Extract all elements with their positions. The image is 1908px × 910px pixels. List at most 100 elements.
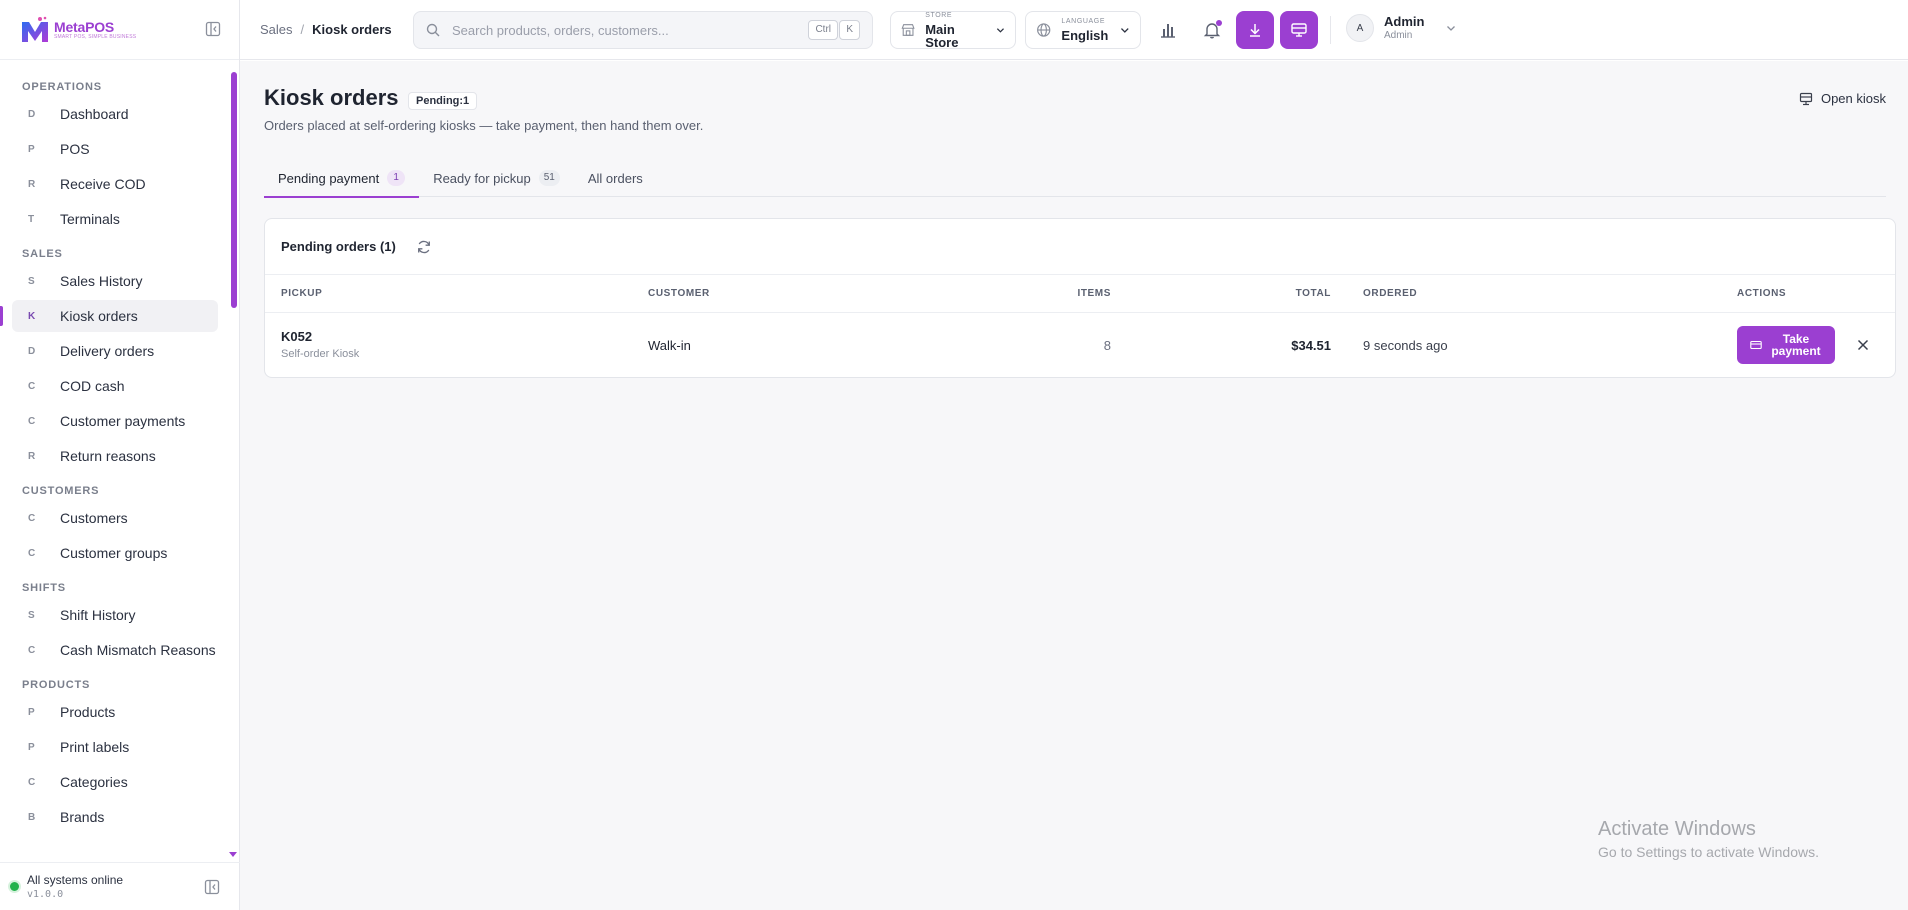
sidebar-section-products: PRODUCTS P Products P Print labels C Categorie… bbox=[0, 678, 240, 833]
breadcrumb-current: Kiosk orders bbox=[312, 22, 392, 37]
pickup-code: K052 bbox=[281, 329, 313, 344]
sidebar-section-title: SALES bbox=[22, 248, 63, 260]
sidebar: MetaPOS SMART POS, SIMPLE BUSINESS OPERA… bbox=[0, 0, 240, 910]
tab-ready-for-pickup[interactable]: Ready for pickup 51 bbox=[419, 159, 574, 197]
global-search[interactable]: Ctrl K bbox=[413, 11, 873, 49]
main-content: Kiosk orders Pending:1 Orders placed at … bbox=[240, 61, 1908, 910]
sidebar-item-customer-payments[interactable]: C Customer payments bbox=[12, 405, 218, 437]
sidebar-item-brands[interactable]: B Brands bbox=[12, 801, 218, 833]
sidebar-item-customers[interactable]: C Customers bbox=[12, 502, 218, 534]
sidebar-item-letter: S bbox=[28, 275, 35, 287]
sidebar-item-terminals[interactable]: T Terminals bbox=[12, 203, 218, 235]
download-icon bbox=[1250, 24, 1260, 37]
sidebar-item-customer-groups[interactable]: C Customer groups bbox=[12, 537, 218, 569]
sidebar-item-label: Products bbox=[60, 704, 116, 720]
user-menu[interactable]: A Admin Admin bbox=[1346, 14, 1456, 42]
reports-button[interactable] bbox=[1152, 14, 1184, 46]
download-button[interactable] bbox=[1236, 11, 1274, 49]
sidebar-item-label: Terminals bbox=[60, 211, 120, 227]
brand-tagline: SMART POS, SIMPLE BUSINESS bbox=[54, 33, 137, 40]
sidebar-item-kiosk-orders[interactable]: K Kiosk orders bbox=[0, 300, 218, 332]
watermark-subtitle: Go to Settings to activate Windows. bbox=[1598, 844, 1819, 860]
shortcut-ctrl-key: Ctrl bbox=[808, 20, 838, 40]
cancel-order-icon[interactable] bbox=[1857, 339, 1869, 351]
sidebar-item-letter: C bbox=[28, 415, 36, 427]
pending-orders-card: Pending orders (1) PICKUP CUSTOMER ITEMS… bbox=[264, 218, 1896, 378]
notifications-button[interactable] bbox=[1196, 14, 1228, 46]
sidebar-item-label: Categories bbox=[60, 774, 128, 790]
sidebar-item-letter: C bbox=[28, 512, 36, 524]
search-icon bbox=[426, 23, 440, 37]
tab-label: Pending payment bbox=[278, 170, 380, 186]
sidebar-item-label: Customer groups bbox=[60, 545, 168, 561]
page-title: Kiosk orders bbox=[264, 85, 399, 110]
sidebar-item-cash-mismatch-reasons[interactable]: C Cash Mismatch Reasons bbox=[12, 634, 218, 666]
breadcrumb: Sales / Kiosk orders bbox=[260, 22, 392, 37]
windows-activation-watermark: Activate Windows Go to Settings to activ… bbox=[1598, 818, 1819, 860]
tab-count-badge: 51 bbox=[538, 170, 560, 186]
chevron-down-icon bbox=[997, 28, 1005, 33]
sidebar-item-categories[interactable]: C Categories bbox=[12, 766, 218, 798]
store-value: Main Store bbox=[925, 21, 959, 50]
ordered-time: 9 seconds ago bbox=[1363, 338, 1448, 353]
column-actions: ACTIONS bbox=[1737, 288, 1787, 299]
open-kiosk-button[interactable]: Open kiosk bbox=[1799, 91, 1886, 106]
tab-count-badge: 1 bbox=[387, 170, 406, 186]
metapos-logo-icon bbox=[22, 16, 48, 42]
sidebar-item-letter: P bbox=[28, 741, 35, 753]
sidebar-item-label: Delivery orders bbox=[60, 343, 155, 359]
sidebar-item-letter: C bbox=[28, 776, 36, 788]
sidebar-item-products[interactable]: P Products bbox=[12, 696, 218, 728]
sidebar-item-label: Cash Mismatch Reasons bbox=[60, 642, 216, 658]
sidebar-toggle-icon[interactable] bbox=[204, 879, 220, 895]
system-status-text: All systems online bbox=[27, 873, 124, 887]
breadcrumb-sales[interactable]: Sales bbox=[260, 22, 293, 37]
store-selector[interactable]: STORE Main Store bbox=[890, 11, 1016, 49]
notification-dot bbox=[1216, 20, 1222, 26]
sidebar-item-letter: T bbox=[28, 213, 35, 225]
search-input[interactable] bbox=[452, 22, 792, 38]
tab-all-orders[interactable]: All orders bbox=[574, 159, 657, 197]
sidebar-section-title: SHIFTS bbox=[22, 582, 66, 594]
store-caption: STORE bbox=[925, 11, 953, 19]
sidebar-footer: All systems online v1.0.0 bbox=[0, 862, 240, 910]
customer-name: Walk-in bbox=[648, 338, 691, 353]
sidebar-item-letter: P bbox=[28, 706, 35, 718]
sidebar-collapse-icon[interactable] bbox=[205, 21, 221, 37]
open-pos-button[interactable] bbox=[1280, 11, 1318, 49]
sidebar-item-shift-history[interactable]: S Shift History bbox=[12, 599, 218, 631]
sidebar-item-letter: S bbox=[28, 609, 35, 621]
sidebar-scrollbar[interactable] bbox=[231, 72, 237, 308]
sidebar-section-title: OPERATIONS bbox=[22, 81, 102, 93]
scroll-down-arrow-icon[interactable] bbox=[229, 852, 237, 857]
take-payment-button[interactable]: Take payment bbox=[1737, 326, 1835, 364]
tab-pending-payment[interactable]: Pending payment 1 bbox=[264, 159, 420, 198]
sidebar-item-label: Kiosk orders bbox=[60, 308, 138, 324]
sidebar-item-receive-cod[interactable]: R Receive COD bbox=[12, 168, 218, 200]
store-icon bbox=[901, 24, 915, 36]
sidebar-item-letter: K bbox=[28, 310, 36, 322]
table-row[interactable]: K052 Self-order Kiosk Walk-in 8 $34.51 9… bbox=[265, 313, 1895, 377]
column-ordered: ORDERED bbox=[1363, 288, 1418, 299]
sidebar-header: MetaPOS SMART POS, SIMPLE BUSINESS bbox=[0, 0, 239, 60]
sidebar-item-delivery-orders[interactable]: D Delivery orders bbox=[12, 335, 218, 367]
column-customer: CUSTOMER bbox=[648, 288, 710, 299]
sidebar-item-dashboard[interactable]: D Dashboard bbox=[12, 98, 218, 130]
refresh-icon[interactable] bbox=[416, 239, 432, 255]
sidebar-item-print-labels[interactable]: P Print labels bbox=[12, 731, 218, 763]
sidebar-item-pos[interactable]: P POS bbox=[12, 133, 218, 165]
shortcut-k-key: K bbox=[839, 20, 860, 40]
sidebar-item-letter: D bbox=[28, 108, 36, 120]
sidebar-item-letter: C bbox=[28, 644, 36, 656]
sidebar-item-letter: R bbox=[28, 450, 36, 462]
brand-name: MetaPOS bbox=[54, 18, 115, 35]
sidebar-item-label: Receive COD bbox=[60, 176, 146, 192]
language-selector[interactable]: LANGUAGE English bbox=[1025, 11, 1141, 49]
sidebar-item-cod-cash[interactable]: C COD cash bbox=[12, 370, 218, 402]
brand-logo[interactable]: MetaPOS SMART POS, SIMPLE BUSINESS bbox=[20, 16, 136, 44]
sidebar-item-return-reasons[interactable]: R Return reasons bbox=[12, 440, 218, 472]
open-kiosk-label: Open kiosk bbox=[1820, 91, 1886, 106]
sidebar-item-sales-history[interactable]: S Sales History bbox=[12, 265, 218, 297]
user-name: Admin bbox=[1384, 14, 1425, 29]
sidebar-item-label: POS bbox=[60, 141, 90, 157]
